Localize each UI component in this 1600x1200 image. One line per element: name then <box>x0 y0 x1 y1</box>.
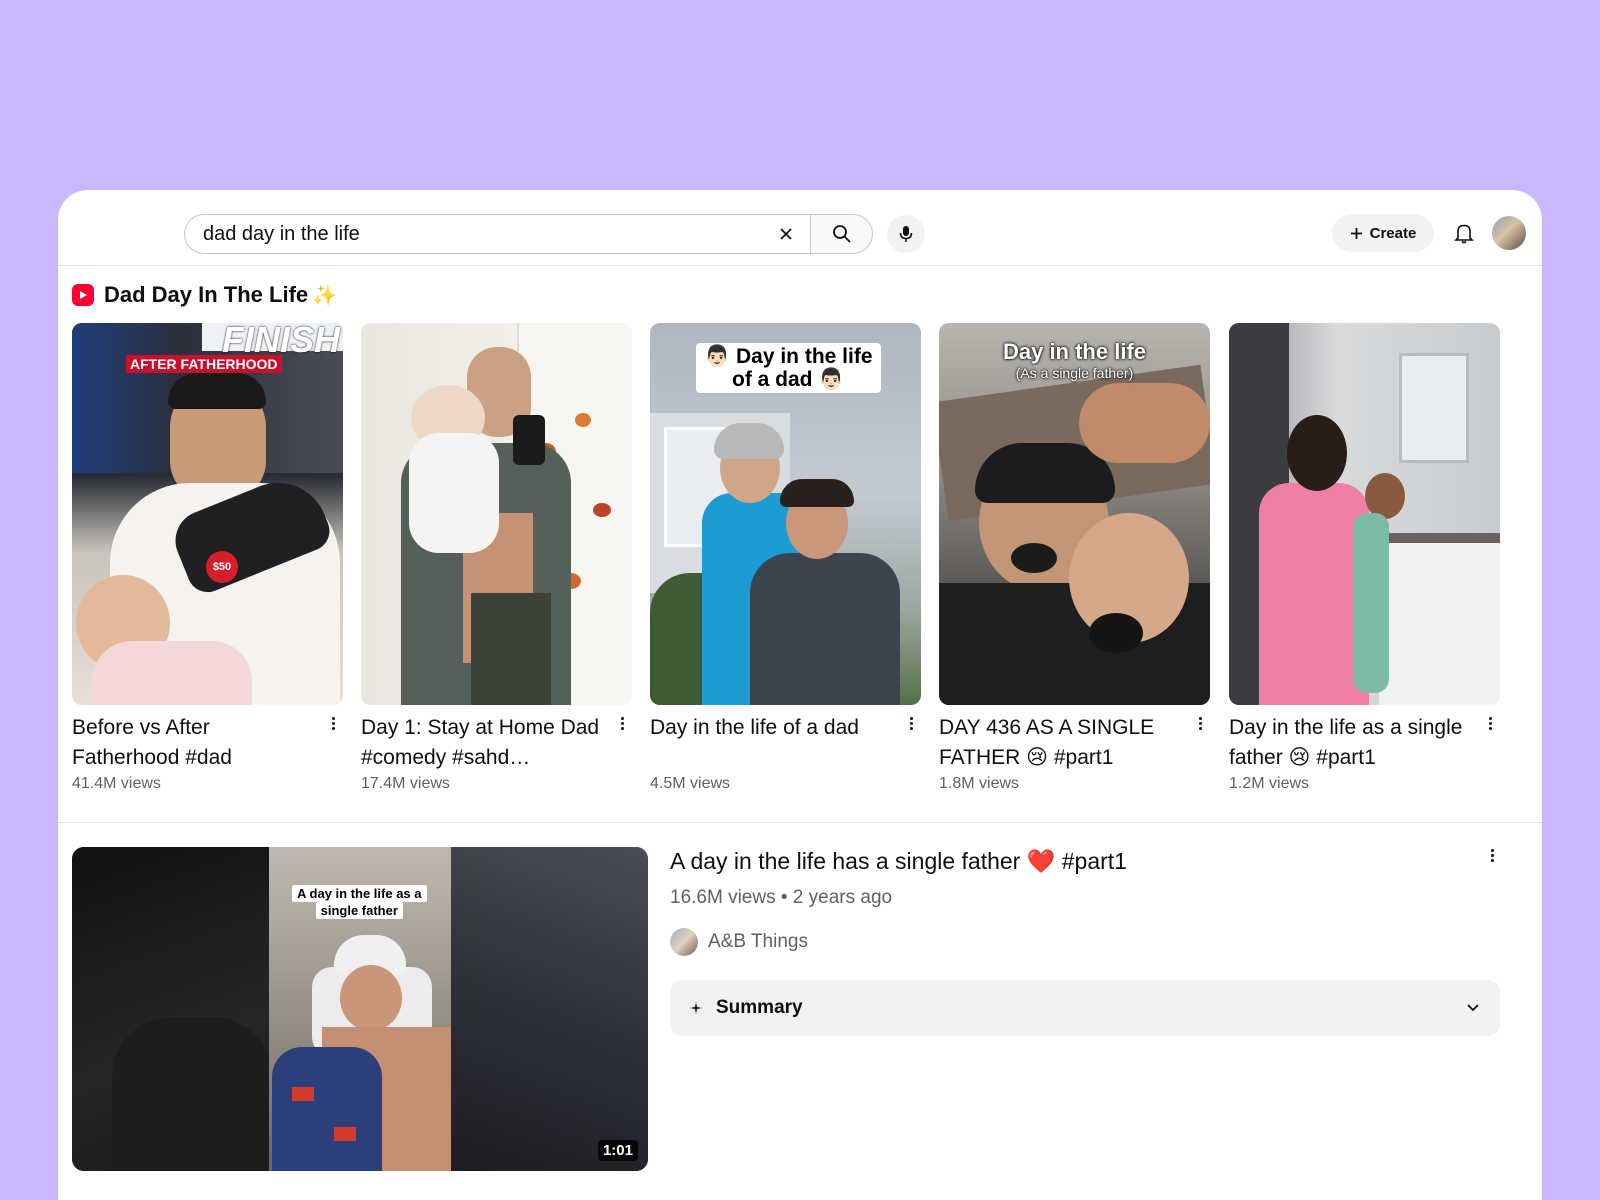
short-views: 17.4M views <box>361 775 450 792</box>
voice-search-button[interactable] <box>887 215 925 253</box>
shelf-title: Dad Day In The Life <box>104 282 309 307</box>
caption-line: of a dad 👨🏻 <box>732 368 845 391</box>
shorts-icon <box>72 284 94 306</box>
search-button[interactable] <box>810 214 873 254</box>
short-title[interactable]: Day 1: Stay at Home Dad #comedy #sahd… <box>361 713 606 773</box>
more-options-button[interactable] <box>1482 711 1498 735</box>
caption-line: 👨🏻 Day in the life <box>704 345 873 368</box>
video-meta: 16.6M views • 2 years ago <box>670 887 893 908</box>
more-options-button[interactable] <box>1484 842 1500 868</box>
sparkle-icon: ✨ <box>312 284 338 307</box>
thumbnail-caption: 👨🏻 Day in the life of a dad 👨🏻 <box>696 343 881 393</box>
search-box[interactable] <box>184 214 811 254</box>
price-badge: $50 <box>206 551 238 583</box>
chevron-down-icon <box>1467 1004 1479 1012</box>
short-thumbnail[interactable]: FINISH AFTER FATHERHOOD $50 <box>72 323 343 705</box>
account-avatar[interactable] <box>1492 216 1526 250</box>
caption-line: (As a single father) <box>1015 365 1134 381</box>
short-title[interactable]: Day in the life of a dad <box>650 713 895 773</box>
summary-expander[interactable]: Summary <box>670 980 1500 1036</box>
short-thumbnail[interactable]: Day in the life (As a single father) <box>939 323 1210 705</box>
section-divider <box>58 822 1542 823</box>
summary-label: Summary <box>716 997 803 1018</box>
plus-icon <box>1350 227 1362 239</box>
short-card[interactable]: Day in the life (As a single father) DAY… <box>939 323 1210 793</box>
more-options-button[interactable] <box>325 711 341 735</box>
clear-icon <box>780 228 792 240</box>
channel-avatar[interactable] <box>670 928 698 956</box>
short-card[interactable]: FINISH AFTER FATHERHOOD $50 Before vs Af… <box>72 323 343 793</box>
short-title[interactable]: Before vs After Fatherhood #dad <box>72 713 317 773</box>
more-options-button[interactable] <box>903 711 919 735</box>
caption-line: single father <box>315 902 403 919</box>
top-bar: Create <box>58 190 1542 266</box>
more-options-button[interactable] <box>614 711 630 735</box>
search-input[interactable] <box>203 222 774 246</box>
clear-search-button[interactable] <box>774 222 798 246</box>
short-card[interactable]: Day in the life as a single father 😢 #pa… <box>1229 323 1500 793</box>
short-card[interactable]: Day 1: Stay at Home Dad #comedy #sahd… 1… <box>361 323 632 793</box>
thumbnail-overlay-text: AFTER FATHERHOOD <box>126 355 282 373</box>
short-views: 4.5M views <box>650 775 731 792</box>
shorts-shelf-header: Dad Day In The Life ✨ <box>72 282 337 308</box>
video-thumbnail[interactable]: A day in the life as a single father 1:0… <box>72 847 648 1171</box>
short-title[interactable]: DAY 436 AS A SINGLE FATHER 😢 #part1 <box>939 713 1184 773</box>
channel-link[interactable]: A&B Things <box>670 928 808 956</box>
create-label: Create <box>1369 224 1417 242</box>
sparkle-icon <box>690 1002 702 1014</box>
short-thumbnail[interactable] <box>361 323 632 705</box>
mic-icon <box>899 226 913 242</box>
create-button[interactable]: Create <box>1332 214 1434 252</box>
short-views: 1.2M views <box>1229 775 1310 792</box>
channel-name[interactable]: A&B Things <box>708 931 808 953</box>
bell-icon <box>1454 224 1474 244</box>
more-options-button[interactable] <box>1192 711 1208 735</box>
short-title[interactable]: Day in the life as a single father 😢 #pa… <box>1229 713 1474 773</box>
shorts-row: FINISH AFTER FATHERHOOD $50 Before vs Af… <box>72 323 1528 803</box>
short-thumbnail[interactable]: 👨🏻 Day in the life of a dad 👨🏻 <box>650 323 921 705</box>
thumbnail-caption: Day in the life (As a single father) <box>939 339 1210 381</box>
notifications-button[interactable] <box>1450 219 1478 247</box>
duration-badge: 1:01 <box>597 1140 638 1161</box>
thumbnail-caption: A day in the life as a single father <box>292 885 427 920</box>
caption-line: A day in the life as a <box>292 885 427 902</box>
short-thumbnail[interactable] <box>1229 323 1500 705</box>
short-views: 1.8M views <box>939 775 1020 792</box>
search-icon <box>832 225 851 243</box>
short-views: 41.4M views <box>72 775 161 792</box>
video-title[interactable]: A day in the life has a single father ❤️… <box>670 845 1127 877</box>
caption-line: Day in the life <box>1002 339 1147 364</box>
short-card[interactable]: 👨🏻 Day in the life of a dad 👨🏻 Day in th… <box>650 323 921 793</box>
app-window: Create Dad Day In The Life ✨ FINISH AFTE… <box>58 190 1542 1200</box>
